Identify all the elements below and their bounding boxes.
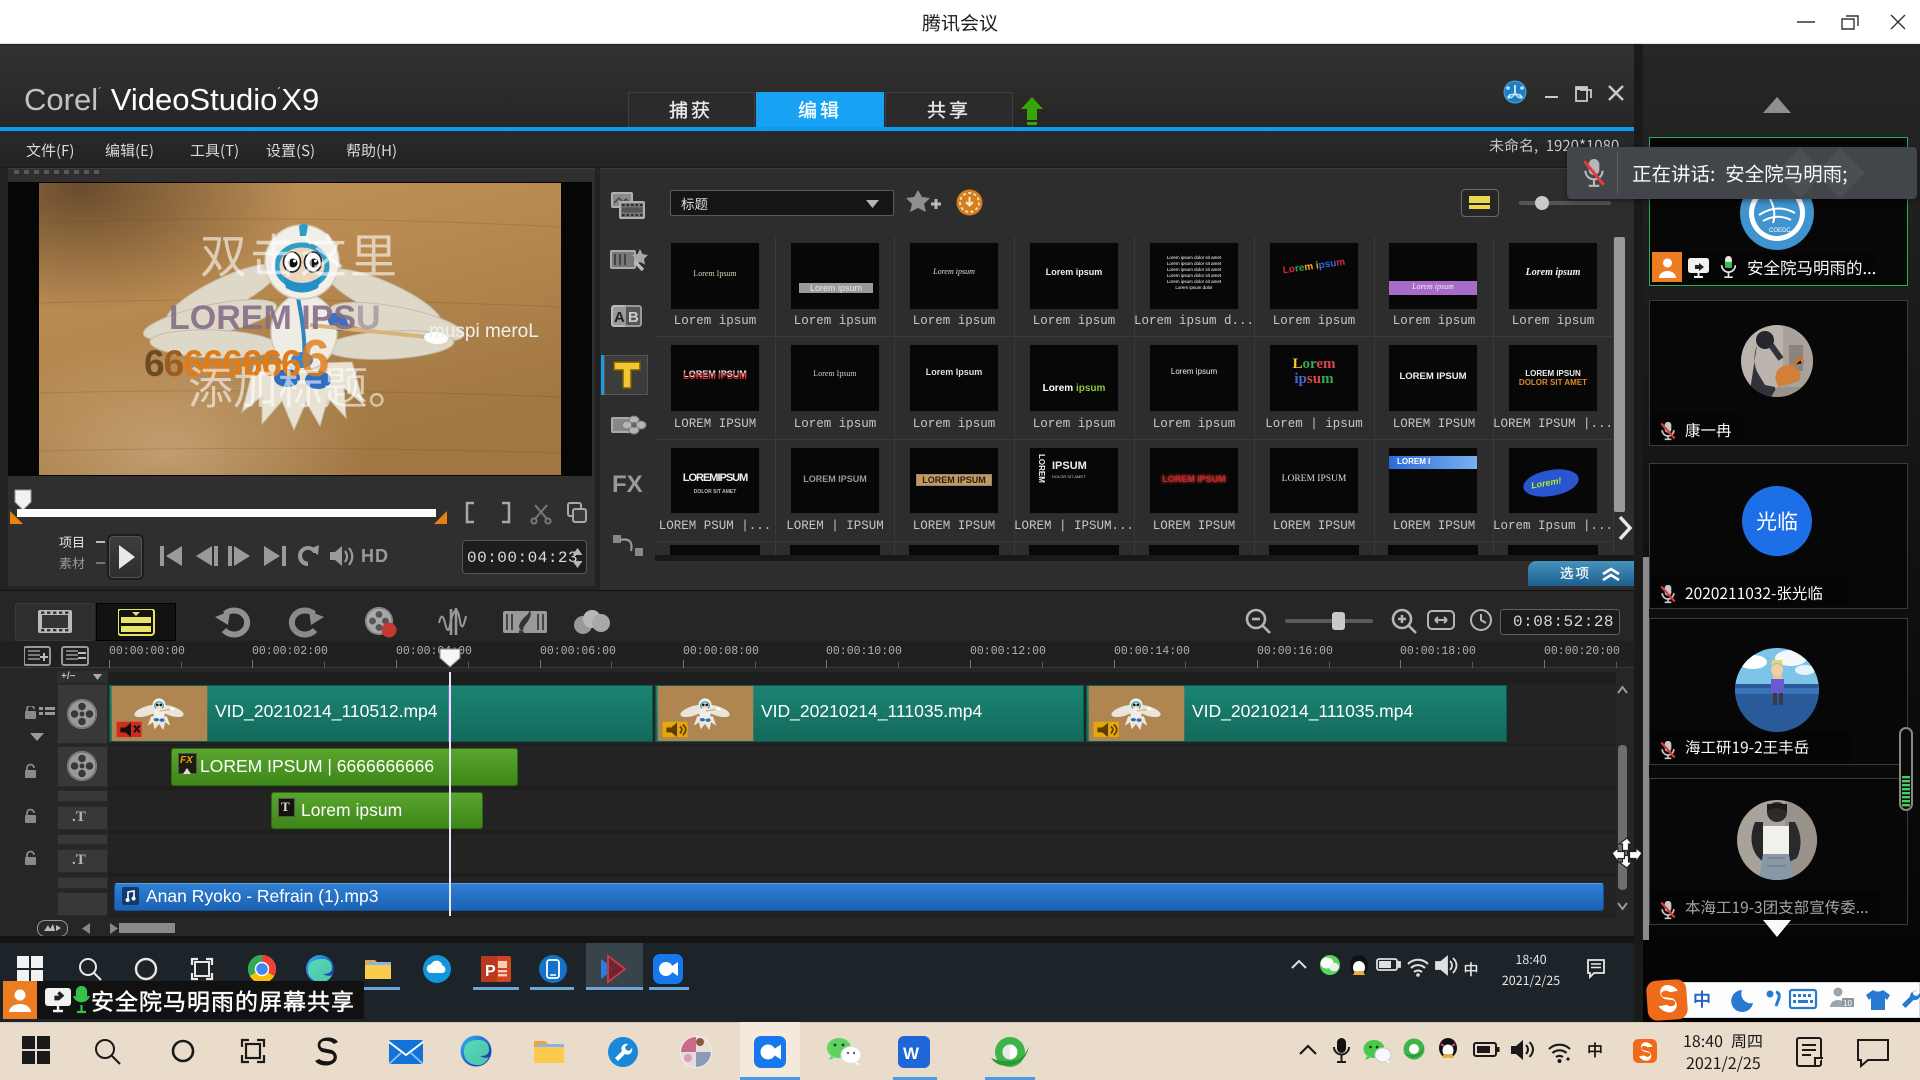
svg-text:B: B [628,309,639,326]
svg-text:A: A [614,309,625,326]
svg-text:P: P [485,963,496,980]
svg-text:W: W [903,1044,920,1063]
svg-text:10: 10 [1843,999,1852,1008]
svg-text:FX: FX [612,471,643,498]
svg-text:COEDC: COEDC [1769,228,1791,234]
